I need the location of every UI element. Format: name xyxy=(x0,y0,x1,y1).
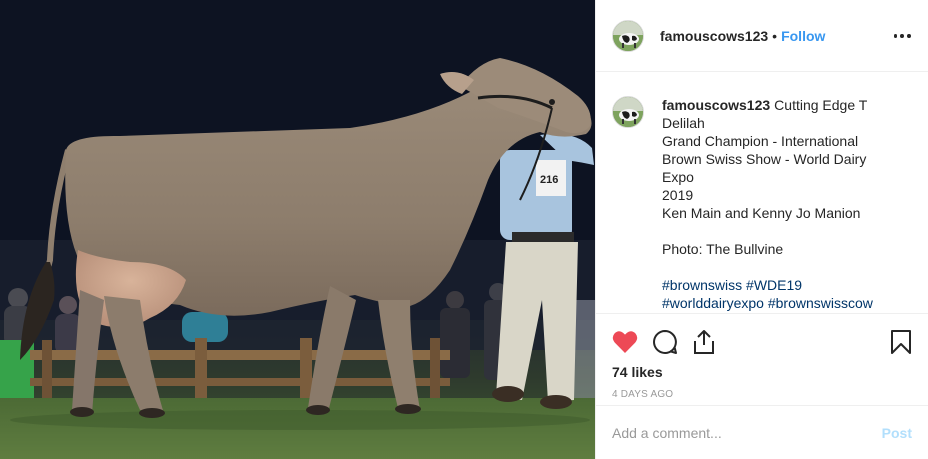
header-text: famouscows123 • Follow xyxy=(660,28,825,44)
like-button[interactable] xyxy=(612,322,652,362)
post-photo[interactable]: 216 xyxy=(0,0,595,459)
post-side-panel: famouscows123 • Follow famouscows123 Cut… xyxy=(595,0,928,459)
hashtag-link[interactable]: #WDE19 xyxy=(746,277,802,293)
post-timestamp[interactable]: 4 DAYS AGO xyxy=(612,389,912,400)
share-button[interactable] xyxy=(692,322,732,362)
caption-username[interactable]: famouscows123 xyxy=(662,97,770,113)
caption-line: Delilah xyxy=(662,115,705,131)
cow-avatar-icon xyxy=(613,97,643,127)
more-options-icon[interactable] xyxy=(892,26,912,46)
caption-line: 2019 xyxy=(662,187,694,203)
likes-count[interactable]: 74 likes xyxy=(612,364,912,380)
caption-line: Cutting Edge T xyxy=(774,97,868,113)
header-separator: • xyxy=(772,27,778,44)
comment-button[interactable] xyxy=(652,322,692,362)
add-comment-section: Post xyxy=(596,405,928,459)
hashtag-link[interactable]: #worlddairyexpo xyxy=(662,295,764,311)
comment-icon xyxy=(653,330,677,354)
caption-line: Photo: The Bullvine xyxy=(662,241,784,257)
cow-photo-illustration: 216 xyxy=(0,0,595,459)
hashtag-link[interactable]: #brownswisscow xyxy=(768,295,873,311)
caption-line: Ken Main and Kenny Jo Manion xyxy=(662,205,861,221)
post-header: famouscows123 • Follow xyxy=(596,0,928,72)
header-username[interactable]: famouscows123 xyxy=(660,28,768,44)
caption-section: famouscows123 Cutting Edge T Delilah Gran… xyxy=(596,72,928,313)
save-button[interactable] xyxy=(872,322,912,362)
show-number-tag: 216 xyxy=(540,174,558,186)
hashtag-line: #worlddairyexpo #brownswisscow xyxy=(662,294,902,312)
instagram-post: 216 famouscows123 • Follow famouscows123… xyxy=(0,0,928,459)
hashtag-line: #brownswiss #WDE19 xyxy=(662,276,902,294)
follow-button[interactable]: Follow xyxy=(781,28,825,44)
caption-line: Grand Champion - International xyxy=(662,133,859,149)
caption-text: famouscows123 Cutting Edge T Delilah Gran… xyxy=(662,96,902,313)
bookmark-icon xyxy=(891,330,911,354)
caption-line: Brown Swiss Show - World Dairy Expo xyxy=(662,151,867,185)
hashtag-link[interactable]: #brownswiss xyxy=(662,277,742,293)
action-bar: 74 likes 4 DAYS AGO xyxy=(596,313,928,405)
action-buttons-row xyxy=(612,322,912,362)
caption-avatar[interactable] xyxy=(612,96,644,128)
profile-avatar[interactable] xyxy=(612,19,644,52)
post-comment-button[interactable]: Post xyxy=(882,425,912,441)
cow-avatar-icon xyxy=(613,20,643,51)
comment-input[interactable] xyxy=(612,424,882,441)
heart-icon xyxy=(612,331,638,353)
caption-first-line: famouscows123 Cutting Edge T xyxy=(662,96,902,114)
share-icon xyxy=(694,330,714,354)
